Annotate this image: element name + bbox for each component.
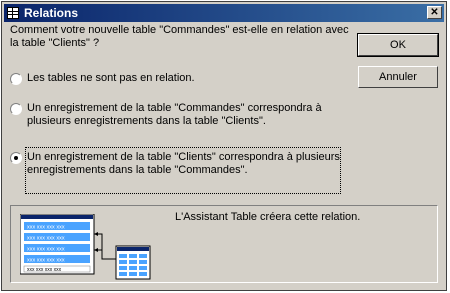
title-bar[interactable]: Relations ✕ <box>4 4 444 22</box>
option-label: Un enregistrement de la table "Clients" … <box>27 151 340 176</box>
one-table-header <box>21 215 93 219</box>
radio-button[interactable] <box>10 73 22 85</box>
question-text: Comment votre nouvelle table "Commandes"… <box>10 24 349 49</box>
window-title: Relations <box>24 6 79 20</box>
info-text: L'Assistant Table créera cette relation. <box>175 211 361 223</box>
ok-button[interactable]: OK <box>357 33 439 57</box>
close-icon: ✕ <box>430 7 439 18</box>
row-text: xxx xxx xxx xxx <box>27 225 65 231</box>
radio-button[interactable] <box>10 103 22 115</box>
many-table-header <box>117 247 149 251</box>
cancel-button[interactable]: Annuler <box>358 66 438 88</box>
relation-illustration: xxx xxx xxx xxx xxx xxx xxx xxx xxx xxx … <box>20 214 151 280</box>
row-text: xxx xxx xxx xxx <box>27 258 65 264</box>
option-label: Un enregistrement de la table "Commandes… <box>27 102 322 127</box>
radio-button-selected[interactable] <box>10 152 22 164</box>
row-text: xxx xxx xxx xxx <box>27 267 62 273</box>
table-icon[interactable] <box>7 7 19 19</box>
close-button[interactable]: ✕ <box>427 6 442 19</box>
relation-arrows <box>94 233 116 260</box>
row-text: xxx xxx xxx xxx <box>27 247 65 253</box>
row-text: xxx xxx xxx xxx <box>27 236 65 242</box>
option-label: Les tables ne sont pas en relation. <box>27 72 195 84</box>
radio-dot <box>14 156 18 160</box>
